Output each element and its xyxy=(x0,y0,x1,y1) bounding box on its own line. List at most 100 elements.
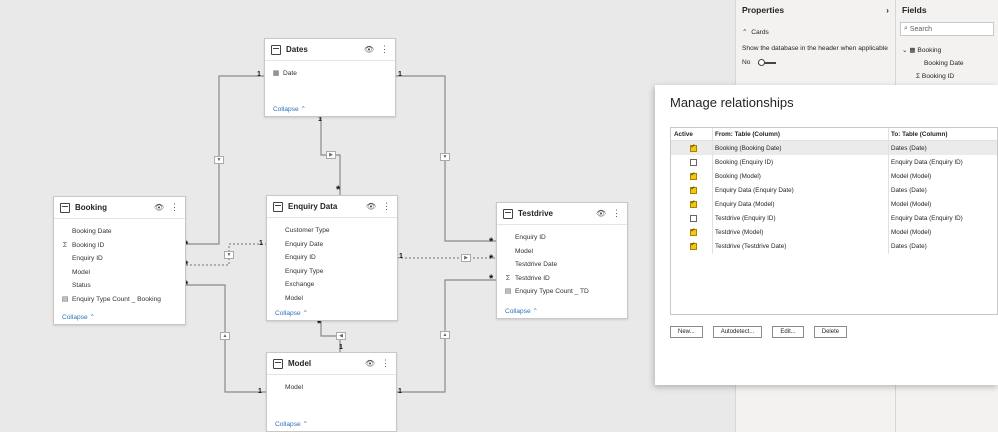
table-card-testdrive[interactable]: Testdrive 👁 ⋮ Enquiry ID Model Testdrive… xyxy=(496,202,628,319)
more-options-icon[interactable]: ⋮ xyxy=(381,358,390,369)
relationship-row[interactable]: Testdrive (Enquiry ID) Enquiry Data (Enqu… xyxy=(671,211,997,226)
model-canvas[interactable]: ▼ ▼ ▲ ▶ ▼ ▶ ▲ ◀ 1 1 1 * * * * 1 1 * * * … xyxy=(0,0,735,432)
calculator-icon: ▤ xyxy=(504,288,512,296)
field-item[interactable]: Σ Booking ID xyxy=(902,70,992,83)
field-row[interactable]: Enquiry Type xyxy=(285,265,397,279)
field-row[interactable]: Booking Date xyxy=(72,225,185,239)
from-cell: Testdrive (Enquiry ID) xyxy=(712,211,888,226)
cardinality-one: 1 xyxy=(258,388,262,395)
col-active: Active xyxy=(674,130,693,138)
relationship-row[interactable]: Booking (Model)Model (Model) xyxy=(671,169,997,184)
relationship-row[interactable]: Booking (Booking Date)Dates (Date) xyxy=(671,141,997,156)
active-checkbox[interactable] xyxy=(689,241,697,251)
eye-icon[interactable]: 👁 xyxy=(366,202,376,211)
collapse-link[interactable]: Collapse ⌃ xyxy=(505,307,538,315)
active-checkbox[interactable] xyxy=(689,143,697,152)
field-row[interactable]: Testdrive Date xyxy=(515,258,627,272)
toggle-switch[interactable] xyxy=(758,58,777,66)
search-input[interactable]: ⌕ Search xyxy=(900,22,994,36)
to-cell: Enquiry Data (Enquiry ID) xyxy=(888,211,997,226)
collapse-link[interactable]: Collapse ⌃ xyxy=(62,313,95,321)
toggle-label: No xyxy=(742,59,751,66)
active-checkbox[interactable] xyxy=(689,227,697,237)
cardinality-many: * xyxy=(489,273,494,285)
field-row[interactable]: ▤ Enquiry Type Count _ Booking xyxy=(62,293,185,307)
table-icon xyxy=(273,358,283,369)
field-row[interactable]: Enquiry ID xyxy=(515,231,627,245)
field-row[interactable]: Enquiry Date xyxy=(285,238,397,252)
relationship-row[interactable]: Enquiry Data (Enquiry Date)Dates (Date) xyxy=(671,183,997,198)
sigma-icon: Σ xyxy=(62,241,68,249)
cardinality-one: 1 xyxy=(398,71,402,78)
delete-button[interactable]: Delete xyxy=(813,326,848,338)
from-cell: Testdrive (Model) xyxy=(712,225,888,240)
field-row[interactable]: Status xyxy=(72,279,185,293)
search-icon: ⌕ xyxy=(904,25,908,32)
eye-icon[interactable]: 👁 xyxy=(596,209,606,218)
active-checkbox[interactable] xyxy=(689,171,697,180)
more-options-icon[interactable]: ⋮ xyxy=(382,201,391,212)
calendar-icon: ▦ xyxy=(272,70,280,77)
active-cell xyxy=(671,215,712,223)
field-row[interactable]: Model xyxy=(72,266,185,280)
active-cell xyxy=(671,185,712,194)
filter-direction-arrow: ▼ xyxy=(440,153,450,161)
eye-icon[interactable]: 👁 xyxy=(364,45,374,54)
field-row[interactable]: Customer Type xyxy=(285,224,397,238)
field-row[interactable]: Σ Booking ID xyxy=(63,239,185,253)
field-row[interactable]: Enquiry ID xyxy=(285,251,397,265)
rel-booking-dates xyxy=(186,75,264,245)
table-card-enquiry-data[interactable]: Enquiry Data 👁 ⋮ Customer Type Enquiry D… xyxy=(266,195,398,321)
manage-relationships-dialog: Manage relationships Active From: Table … xyxy=(655,85,998,385)
field-row[interactable]: Exchange xyxy=(285,278,397,292)
edit-button[interactable]: Edit... xyxy=(772,326,804,338)
collapse-link[interactable]: Collapse ⌃ xyxy=(275,420,308,428)
active-cell xyxy=(671,227,712,237)
relationship-row[interactable]: Testdrive (Model)Model (Model) xyxy=(671,225,997,240)
eye-icon[interactable]: 👁 xyxy=(154,203,164,212)
more-options-icon[interactable]: ⋮ xyxy=(170,202,179,213)
calculator-icon: ▤ xyxy=(61,295,69,303)
active-checkbox[interactable] xyxy=(689,199,697,208)
field-row[interactable]: Σ Testdrive ID xyxy=(506,272,627,286)
collapse-link[interactable]: Collapse ⌃ xyxy=(275,309,308,317)
field-row[interactable]: ▦ Date xyxy=(273,67,395,81)
sigma-icon: Σ xyxy=(505,274,511,282)
col-from: From: Table (Column) xyxy=(712,128,888,140)
new-button[interactable]: New... xyxy=(670,326,703,338)
table-title: Enquiry Data xyxy=(288,202,338,211)
toggle-row[interactable]: No xyxy=(736,57,895,70)
setting-description: Show the database in the header when app… xyxy=(742,45,888,52)
autodetect-button[interactable]: Autodetect... xyxy=(712,326,763,338)
relationship-row[interactable]: Testdrive (Testdrive Date)Dates (Date) xyxy=(671,239,997,254)
dialog-title: Manage relationships xyxy=(670,95,794,110)
more-options-icon[interactable]: ⋮ xyxy=(612,208,621,219)
field-row[interactable]: Model xyxy=(285,381,396,395)
table-icon xyxy=(271,44,281,55)
active-checkbox[interactable] xyxy=(689,185,697,194)
more-options-icon[interactable]: ⋮ xyxy=(380,44,389,55)
from-cell: Enquiry Data (Model) xyxy=(712,197,888,212)
table-card-booking[interactable]: Booking 👁 ⋮ Booking Date Σ Booking ID Enq… xyxy=(53,196,186,325)
chevron-right-icon[interactable]: › xyxy=(886,5,889,15)
field-table-booking[interactable]: ⌄ ▦ Booking xyxy=(902,44,992,57)
relationship-row[interactable]: Enquiry Data (Model)Model (Model) xyxy=(671,197,997,212)
relationship-row[interactable]: Booking (Enquiry ID) Enquiry Data (Enquir… xyxy=(671,155,997,170)
cards-section-header[interactable]: ⌃ Cards xyxy=(736,20,895,40)
table-card-dates[interactable]: Dates 👁 ⋮ ▦ Date Collapse ⌃ xyxy=(264,38,396,117)
eye-icon[interactable]: 👁 xyxy=(365,359,375,368)
table-icon xyxy=(503,208,513,219)
field-item[interactable]: Booking Date xyxy=(902,57,992,70)
collapse-link[interactable]: Collapse ⌃ xyxy=(273,105,306,113)
to-cell: Enquiry Data (Enquiry ID) xyxy=(888,155,997,170)
table-title: Booking xyxy=(75,203,107,212)
field-row[interactable]: ▤ Enquiry Type Count _ TD xyxy=(505,285,627,299)
field-row[interactable]: Model xyxy=(285,292,397,306)
active-checkbox[interactable] xyxy=(689,158,697,166)
from-cell: Booking (Model) xyxy=(712,169,888,184)
to-cell: Dates (Date) xyxy=(888,183,997,198)
active-checkbox[interactable] xyxy=(689,215,697,223)
field-row[interactable]: Model xyxy=(515,245,627,259)
field-row[interactable]: Enquiry ID xyxy=(72,252,185,266)
table-card-model[interactable]: Model 👁 ⋮ Model Collapse ⌃ xyxy=(266,352,397,432)
